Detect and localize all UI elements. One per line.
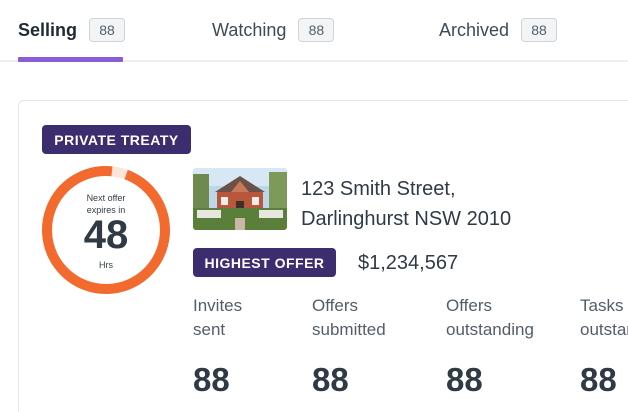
address-line1: 123 Smith Street,: [301, 178, 456, 200]
highest-offer-amount: $1,234,567: [358, 252, 459, 274]
stat-label-line2: outstanding: [580, 320, 628, 339]
address-line2: Darlinghurst NSW 2010: [301, 208, 512, 230]
tab-selling[interactable]: Selling 88: [18, 14, 126, 46]
tab-selling-count-badge: 88: [89, 18, 126, 42]
stat-invites-sent: Invites sent 88: [193, 294, 242, 399]
property-address[interactable]: 123 Smith Street, Darlinghurst NSW 2010: [301, 174, 511, 234]
tab-watching-count-badge: 88: [298, 18, 335, 42]
countdown-value: 48: [83, 213, 129, 257]
tab-selling-label: Selling: [18, 19, 78, 40]
stat-value: 88: [193, 361, 230, 398]
stat-label-line2: outstanding: [446, 320, 534, 339]
tab-bar: Selling 88 Watching 88 Archived 88: [0, 0, 628, 62]
countdown-caption-line1: Next offer: [86, 193, 126, 203]
tab-watching-label: Watching: [212, 19, 287, 40]
stat-value: 88: [312, 361, 349, 398]
tab-archived-label: Archived: [439, 19, 510, 40]
stat-label-line1: Offers: [446, 296, 492, 315]
sale-type-badge: PRIVATE TREATY: [42, 125, 191, 154]
stat-label-line2: sent: [193, 320, 226, 339]
stat-offers-outstanding: Offers outstanding 88: [446, 294, 534, 399]
stat-label-line1: Invites: [193, 296, 243, 315]
stat-offers-submitted: Offers submitted 88: [312, 294, 386, 399]
highest-offer-badge: HIGHEST OFFER: [193, 248, 336, 277]
stat-value: 88: [446, 361, 483, 398]
stat-label-line1: Offers: [312, 296, 358, 315]
active-tab-indicator: [18, 57, 123, 62]
stat-label-line2: submitted: [312, 320, 386, 339]
tab-archived[interactable]: Archived 88: [439, 14, 558, 46]
tab-watching[interactable]: Watching 88: [212, 14, 335, 46]
property-thumbnail[interactable]: [193, 168, 287, 230]
tab-archived-count-badge: 88: [521, 18, 558, 42]
stat-value: 88: [580, 361, 617, 398]
offer-countdown: Next offer expires in 48 Hrs: [41, 165, 171, 295]
countdown-unit: Hrs: [99, 260, 113, 270]
house-photo-icon: [193, 168, 287, 230]
stat-tasks-outstanding: Tasks outstanding 88: [580, 294, 628, 399]
stat-label-line1: Tasks: [580, 296, 624, 315]
